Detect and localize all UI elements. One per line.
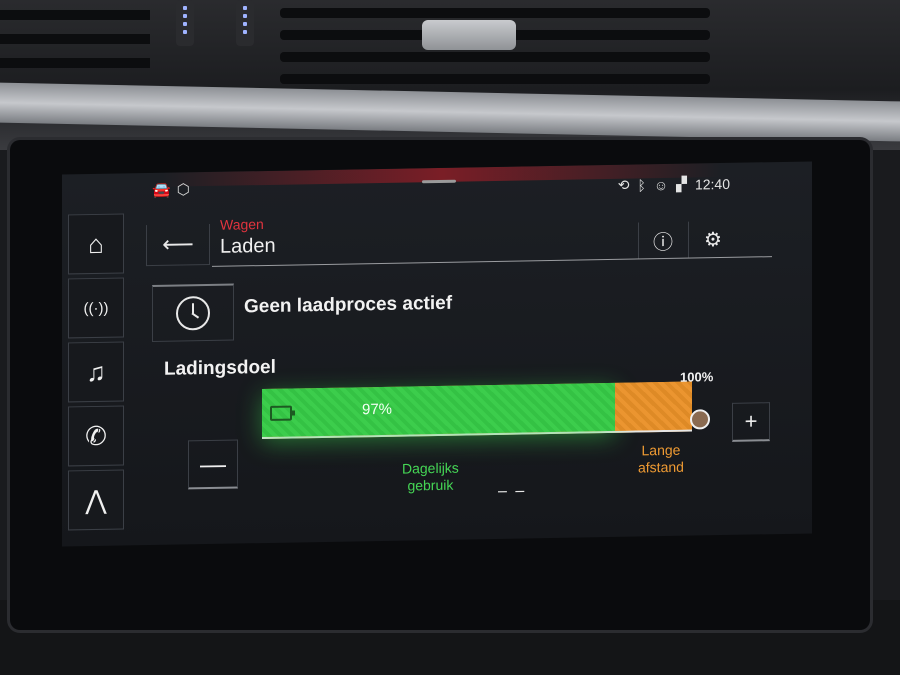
nav-radio-button[interactable]: ((·)) bbox=[68, 277, 124, 339]
charge-target-slider[interactable]: 97% bbox=[262, 381, 692, 440]
long-range-label: Lange afstand bbox=[638, 442, 684, 477]
left-nav: ⌂ ((·)) ♫ ✆ ⋀ bbox=[68, 213, 124, 534]
infotainment-screen: 🚘⬡ ⟲ ᛒ ☺ ▞ 12:40 ⌂ ((·)) ♫ ✆ ⋀ ⟵ Wagen L… bbox=[62, 161, 812, 547]
long-range-label-line2: afstand bbox=[638, 458, 684, 476]
home-icon: ⌂ bbox=[88, 228, 104, 259]
page-title: Laden bbox=[220, 234, 276, 258]
vent-control-knob bbox=[236, 0, 254, 46]
car-info-icon: 🚘 bbox=[152, 181, 177, 199]
phone-sync-icon: ⟲ bbox=[617, 176, 630, 193]
max-percent-label: 100% bbox=[680, 369, 714, 385]
header-divider bbox=[212, 256, 772, 267]
bluetooth-icon: ᛒ bbox=[637, 176, 646, 194]
status-icons-right: ⟲ ᛒ ☺ ▞ 12:40 bbox=[618, 175, 730, 194]
charging-status: Geen laadproces actief bbox=[244, 292, 453, 318]
nav-media-button[interactable]: ♫ bbox=[68, 341, 124, 403]
target-percent: 97% bbox=[362, 400, 393, 419]
decrease-target-button[interactable]: — bbox=[188, 439, 238, 490]
back-arrow-icon: ⟵ bbox=[162, 231, 194, 257]
air-vent-slat bbox=[0, 10, 150, 20]
slider-handle[interactable] bbox=[690, 409, 710, 430]
plus-icon: + bbox=[744, 408, 758, 434]
long-range-label-line1: Lange bbox=[641, 441, 681, 459]
air-vent-slat bbox=[280, 8, 710, 18]
pull-down-handle[interactable] bbox=[422, 179, 456, 184]
vent-control-knob bbox=[176, 0, 194, 46]
clock-time: 12:40 bbox=[694, 175, 730, 192]
settings-button[interactable]: ⚙ bbox=[688, 220, 737, 258]
gear-icon: ⚙ bbox=[704, 228, 722, 251]
air-vent-slat bbox=[0, 34, 150, 44]
nav-phone-button[interactable]: ✆ bbox=[68, 405, 124, 467]
breadcrumb: Wagen bbox=[220, 216, 264, 233]
air-vent-slat bbox=[280, 74, 710, 84]
battery-icon bbox=[270, 405, 292, 421]
daily-use-label-line1: Dagelijks bbox=[402, 459, 459, 477]
daily-use-label: Dagelijks gebruik bbox=[402, 460, 459, 495]
phone-icon: ✆ bbox=[85, 420, 107, 451]
navigation-arrow-icon: ⋀ bbox=[85, 484, 107, 515]
increase-target-button[interactable]: + bbox=[732, 402, 770, 442]
status-icons-left: 🚘⬡ bbox=[152, 180, 196, 199]
vent-handle bbox=[422, 20, 516, 50]
section-title: Ladingsdoel bbox=[164, 356, 276, 380]
cube-icon: ⬡ bbox=[176, 181, 196, 199]
minus-icon: — bbox=[200, 448, 226, 479]
profile-icon: ☺ bbox=[653, 176, 669, 193]
antenna-icon: ((·)) bbox=[83, 299, 109, 317]
charge-timer-button[interactable] bbox=[152, 283, 234, 342]
air-vent-slat bbox=[0, 58, 150, 68]
clock-icon bbox=[176, 295, 210, 331]
signal-icon: ▞ bbox=[676, 175, 687, 192]
info-button[interactable]: ⓘ bbox=[638, 221, 687, 259]
info-icon: ⓘ bbox=[653, 231, 673, 254]
back-button[interactable]: ⟵ bbox=[146, 223, 210, 267]
long-range-zone bbox=[615, 381, 692, 431]
range-value: – – bbox=[498, 482, 527, 500]
nav-home-button[interactable]: ⌂ bbox=[68, 213, 124, 275]
air-vent-slat bbox=[280, 52, 710, 62]
music-note-icon: ♫ bbox=[86, 356, 106, 387]
nav-navigation-button[interactable]: ⋀ bbox=[68, 469, 124, 531]
charge-target-fill: 97% bbox=[262, 382, 615, 438]
daily-use-label-line2: gebruik bbox=[407, 476, 454, 494]
